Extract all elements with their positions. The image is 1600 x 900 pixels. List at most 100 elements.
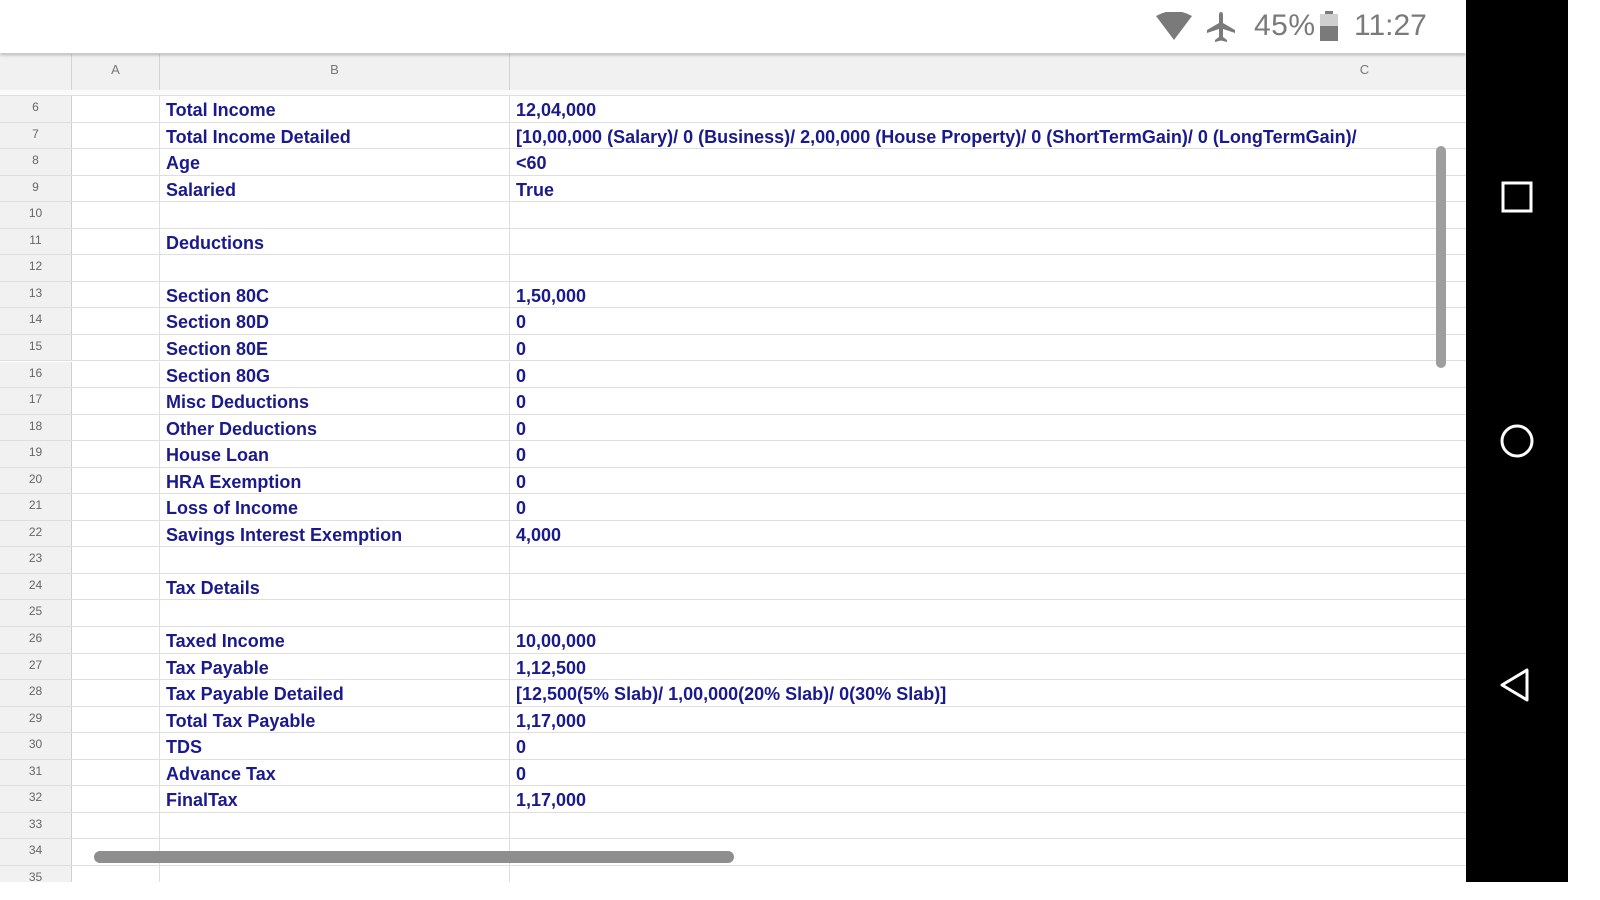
- cell-b-label[interactable]: Taxed Income: [160, 627, 510, 653]
- cell-b-label[interactable]: FinalTax: [160, 786, 510, 812]
- cell-c-value[interactable]: 0: [510, 468, 1466, 494]
- cell-b-label[interactable]: Savings Interest Exemption: [160, 520, 510, 547]
- row-number[interactable]: 28: [0, 680, 72, 706]
- row-number[interactable]: 30: [0, 733, 72, 759]
- vertical-scrollbar[interactable]: [1436, 146, 1446, 368]
- row-number[interactable]: 23: [0, 547, 72, 573]
- cell-b-label[interactable]: Section 80D: [160, 308, 510, 334]
- cell-a[interactable]: [72, 786, 160, 812]
- cell-c-value[interactable]: 0: [510, 335, 1466, 361]
- cell-a[interactable]: [72, 361, 160, 388]
- back-triangle-icon[interactable]: [1492, 660, 1542, 710]
- cell-c-value[interactable]: 1,17,000: [510, 707, 1466, 733]
- cell-b-label[interactable]: [160, 255, 510, 281]
- cell-c-value[interactable]: [510, 574, 1466, 600]
- cell-a[interactable]: [72, 494, 160, 520]
- cell-b-label[interactable]: TDS: [160, 733, 510, 759]
- cell-a[interactable]: [72, 706, 160, 733]
- row-number[interactable]: 15: [0, 334, 72, 361]
- cell-a[interactable]: [72, 175, 160, 202]
- cell-a[interactable]: [72, 388, 160, 414]
- row-number[interactable]: 21: [0, 494, 72, 520]
- column-header-c[interactable]: C: [510, 54, 1466, 90]
- cell-a[interactable]: [72, 334, 160, 361]
- row-number[interactable]: 20: [0, 467, 72, 494]
- cell-b-label[interactable]: Section 80E: [160, 334, 510, 361]
- cell-b-label[interactable]: Salaried: [160, 175, 510, 202]
- cell-b-label[interactable]: Age: [160, 149, 510, 175]
- cell-c-value[interactable]: 0: [510, 415, 1466, 441]
- row-number[interactable]: 7: [0, 122, 72, 149]
- cell-c-value[interactable]: [12,500(5% Slab)/ 1,00,000(20% Slab)/ 0(…: [510, 680, 1466, 706]
- cell-c-value[interactable]: [510, 600, 1466, 626]
- cell-c-value[interactable]: [510, 547, 1466, 573]
- cell-b-label[interactable]: [160, 865, 510, 882]
- row-number[interactable]: 27: [0, 653, 72, 680]
- row-number[interactable]: 35: [0, 865, 72, 882]
- row-number[interactable]: 31: [0, 759, 72, 786]
- cell-b-label[interactable]: HRA Exemption: [160, 467, 510, 494]
- cell-c-value[interactable]: 1,12,500: [510, 654, 1466, 680]
- cell-c-value[interactable]: [510, 813, 1466, 839]
- row-number[interactable]: 18: [0, 414, 72, 441]
- cell-a[interactable]: [72, 733, 160, 759]
- cell-c-value[interactable]: [510, 202, 1466, 228]
- row-number[interactable]: 29: [0, 706, 72, 733]
- cell-c-value[interactable]: 0: [510, 733, 1466, 759]
- cell-b-label[interactable]: Other Deductions: [160, 414, 510, 441]
- cell-a[interactable]: [72, 122, 160, 149]
- row-number[interactable]: 13: [0, 281, 72, 308]
- cell-b-label[interactable]: Tax Payable: [160, 653, 510, 680]
- row-number[interactable]: 34: [0, 839, 72, 865]
- cell-a[interactable]: [72, 573, 160, 600]
- cell-b-label[interactable]: Section 80G: [160, 361, 510, 388]
- column-header-b[interactable]: B: [160, 54, 510, 90]
- cell-b-label[interactable]: Misc Deductions: [160, 388, 510, 414]
- cell-c-value[interactable]: 12,04,000: [510, 96, 1466, 122]
- cell-c-value[interactable]: <60: [510, 149, 1466, 175]
- cell-c-value[interactable]: [510, 229, 1466, 255]
- cell-a[interactable]: [72, 680, 160, 706]
- column-header-a[interactable]: A: [72, 54, 160, 90]
- cell-c-value[interactable]: 0: [510, 308, 1466, 334]
- row-number[interactable]: 25: [0, 600, 72, 626]
- cell-b-label[interactable]: [160, 600, 510, 626]
- cell-c-value[interactable]: 0: [510, 494, 1466, 520]
- cell-a[interactable]: [72, 865, 160, 882]
- cell-c-value[interactable]: 1,50,000: [510, 282, 1466, 308]
- cell-b-label[interactable]: Total Tax Payable: [160, 706, 510, 733]
- cell-c-value[interactable]: 1,17,000: [510, 786, 1466, 812]
- cell-c-value[interactable]: 10,00,000: [510, 627, 1466, 653]
- cell-a[interactable]: [72, 520, 160, 547]
- cell-c-value[interactable]: 0: [510, 362, 1466, 388]
- row-number[interactable]: 32: [0, 786, 72, 812]
- cell-b-label[interactable]: Total Income Detailed: [160, 122, 510, 149]
- cell-a[interactable]: [72, 255, 160, 281]
- cell-a[interactable]: [72, 228, 160, 255]
- row-number[interactable]: 9: [0, 175, 72, 202]
- cell-a[interactable]: [72, 441, 160, 467]
- cell-a[interactable]: [72, 414, 160, 441]
- row-number[interactable]: 6: [0, 96, 72, 122]
- cell-c-value[interactable]: [510, 255, 1466, 281]
- row-number[interactable]: 26: [0, 627, 72, 653]
- cell-b-label[interactable]: [160, 812, 510, 839]
- cell-a[interactable]: [72, 627, 160, 653]
- row-number[interactable]: 12: [0, 255, 72, 281]
- select-all-corner[interactable]: [0, 54, 72, 90]
- cell-b-label[interactable]: Deductions: [160, 228, 510, 255]
- cell-a[interactable]: [72, 202, 160, 228]
- cell-a[interactable]: [72, 600, 160, 626]
- cell-b-label[interactable]: [160, 547, 510, 573]
- cell-b-label[interactable]: Section 80C: [160, 281, 510, 308]
- row-number[interactable]: 19: [0, 441, 72, 467]
- cell-b-label[interactable]: Loss of Income: [160, 494, 510, 520]
- cell-a[interactable]: [72, 547, 160, 573]
- cell-b-label[interactable]: Tax Payable Detailed: [160, 680, 510, 706]
- home-circle-icon[interactable]: [1492, 416, 1542, 466]
- cell-b-label[interactable]: Tax Details: [160, 573, 510, 600]
- cell-c-value[interactable]: 0: [510, 760, 1466, 786]
- cell-c-value[interactable]: [510, 866, 1466, 882]
- cell-c-value[interactable]: [10,00,000 (Salary)/ 0 (Business)/ 2,00,…: [510, 123, 1466, 149]
- cell-b-label[interactable]: [160, 202, 510, 228]
